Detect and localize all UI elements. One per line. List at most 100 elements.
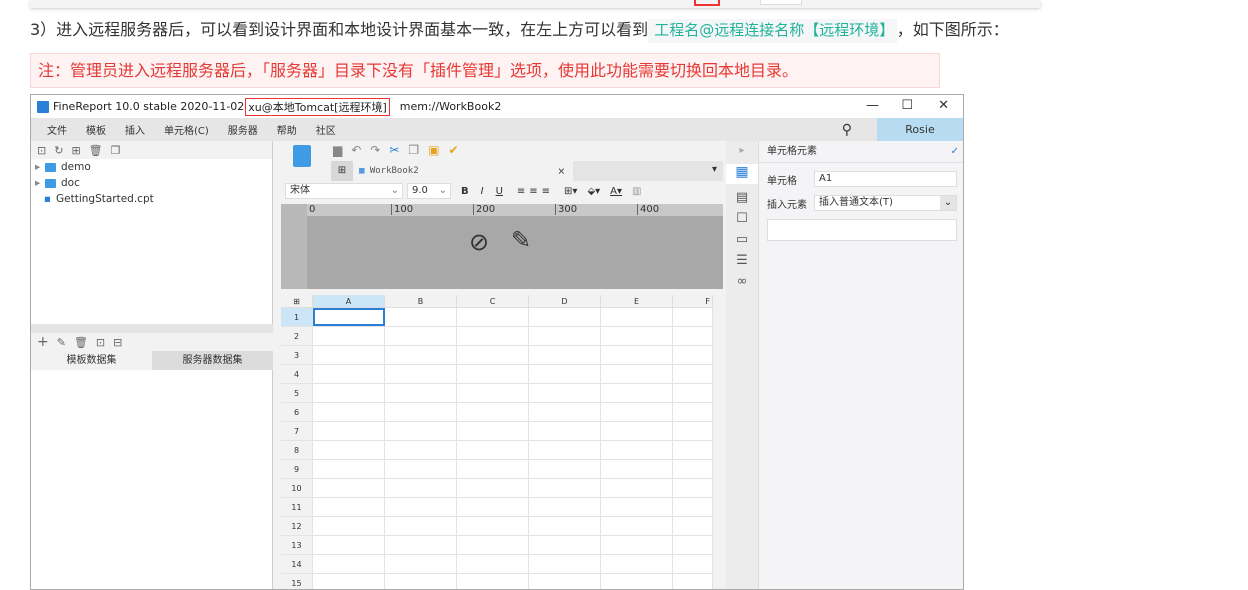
cell[interactable] xyxy=(529,498,601,516)
row-header[interactable]: 13 xyxy=(281,536,313,554)
menu-file[interactable]: 文件 xyxy=(47,122,67,137)
row-header[interactable]: 1 xyxy=(281,308,313,326)
row-header[interactable]: 9 xyxy=(281,460,313,478)
locate-icon[interactable]: ⊞ xyxy=(71,144,80,157)
cell[interactable] xyxy=(601,536,673,554)
cell[interactable] xyxy=(457,555,529,573)
cell[interactable] xyxy=(313,536,385,554)
cell-element-icon[interactable]: ▦ xyxy=(726,164,758,184)
cell[interactable] xyxy=(457,403,529,421)
delete-dataset-icon[interactable]: 🗑 xyxy=(74,336,88,349)
undo-icon[interactable]: ↶ xyxy=(351,143,361,157)
edit-icon[interactable]: ✎ xyxy=(57,336,66,349)
widget-icon[interactable]: ☐ xyxy=(726,211,758,226)
cell[interactable] xyxy=(601,403,673,421)
cell[interactable] xyxy=(601,479,673,497)
cell[interactable] xyxy=(673,574,713,589)
user-button[interactable]: Rosie xyxy=(877,118,963,141)
tab-template-dataset[interactable]: 模板数据集 xyxy=(31,351,152,370)
delete-icon[interactable]: 🗑 xyxy=(89,144,103,157)
cell[interactable] xyxy=(385,555,457,573)
cell[interactable] xyxy=(601,498,673,516)
font-size-select[interactable]: 9.0 ⌄ xyxy=(407,183,451,199)
cell[interactable] xyxy=(529,574,601,589)
cell[interactable] xyxy=(313,517,385,535)
column-header[interactable]: B xyxy=(385,295,457,307)
cell[interactable] xyxy=(673,308,713,326)
insert-select[interactable]: 插入普通文本(T) ⌄ xyxy=(814,195,957,211)
cell[interactable] xyxy=(457,441,529,459)
row-header[interactable]: 15 xyxy=(281,574,313,589)
tab-workbook2[interactable]: ▦ WorkBook2 × xyxy=(353,161,573,181)
refresh-icon[interactable]: ↻ xyxy=(54,144,63,157)
row-header[interactable]: 12 xyxy=(281,517,313,535)
tree-item-demo[interactable]: ▸ demo xyxy=(31,159,272,175)
cell[interactable] xyxy=(385,441,457,459)
row-header[interactable]: 7 xyxy=(281,422,313,440)
column-header[interactable]: A xyxy=(313,295,385,307)
cell[interactable] xyxy=(601,441,673,459)
cell[interactable] xyxy=(601,517,673,535)
merge-icon[interactable]: ▥ xyxy=(632,186,641,197)
row-header[interactable]: 2 xyxy=(281,327,313,345)
cell[interactable] xyxy=(313,574,385,589)
row-header[interactable]: 14 xyxy=(281,555,313,573)
cell[interactable] xyxy=(313,327,385,345)
cell[interactable] xyxy=(385,422,457,440)
cell[interactable] xyxy=(313,479,385,497)
cell[interactable] xyxy=(529,479,601,497)
cell[interactable] xyxy=(385,365,457,383)
cell[interactable] xyxy=(385,498,457,516)
maximize-button[interactable]: ☐ xyxy=(901,98,913,113)
border-icon[interactable]: ⊞▾ xyxy=(564,186,577,197)
cell[interactable] xyxy=(529,441,601,459)
row-header[interactable]: 4 xyxy=(281,365,313,383)
cell[interactable] xyxy=(313,422,385,440)
column-header[interactable]: E xyxy=(601,295,673,307)
cell[interactable] xyxy=(601,365,673,383)
new-folder-icon[interactable]: ⊡ xyxy=(37,144,46,157)
font-color-icon[interactable]: A▾ xyxy=(610,186,622,197)
cell[interactable] xyxy=(601,346,673,364)
close-button[interactable]: ✕ xyxy=(938,98,949,113)
cell[interactable] xyxy=(529,403,601,421)
column-header[interactable]: D xyxy=(529,295,601,307)
cell[interactable] xyxy=(313,308,385,326)
cell[interactable] xyxy=(385,308,457,326)
cell[interactable] xyxy=(673,327,713,345)
collapse-icon[interactable]: ❐ xyxy=(111,144,121,157)
cell[interactable] xyxy=(313,403,385,421)
column-header[interactable]: F xyxy=(673,295,713,307)
cell[interactable] xyxy=(457,422,529,440)
save-icon[interactable]: ▆ xyxy=(333,143,342,157)
cell[interactable] xyxy=(457,327,529,345)
cell[interactable] xyxy=(529,365,601,383)
cell[interactable] xyxy=(673,555,713,573)
condition-icon[interactable]: ▭ xyxy=(726,232,758,247)
cell[interactable] xyxy=(385,517,457,535)
edit-check-icon[interactable]: ✓ xyxy=(951,141,959,163)
menu-help[interactable]: 帮助 xyxy=(277,122,297,137)
row-header[interactable]: 8 xyxy=(281,441,313,459)
cell[interactable] xyxy=(673,365,713,383)
template-icon[interactable] xyxy=(293,145,311,167)
tree-item-gettingstarted[interactable]: ▪ GettingStarted.cpt xyxy=(31,191,272,207)
expand-icon[interactable]: ▸ xyxy=(726,145,758,156)
cell[interactable] xyxy=(457,479,529,497)
format-painter-icon[interactable]: ✔ xyxy=(449,143,459,157)
redo-icon[interactable]: ↷ xyxy=(370,143,380,157)
splitter[interactable] xyxy=(31,324,273,333)
cell[interactable] xyxy=(313,498,385,516)
cell[interactable] xyxy=(673,479,713,497)
menu-insert[interactable]: 插入 xyxy=(125,122,145,137)
row-header[interactable]: 11 xyxy=(281,498,313,516)
cell[interactable] xyxy=(457,308,529,326)
cell[interactable] xyxy=(673,517,713,535)
row-header[interactable]: 6 xyxy=(281,403,313,421)
cell[interactable] xyxy=(529,460,601,478)
cell[interactable] xyxy=(529,327,601,345)
column-header[interactable]: C xyxy=(457,295,529,307)
menu-community[interactable]: 社区 xyxy=(316,122,336,137)
cell[interactable] xyxy=(601,460,673,478)
tab-close-button[interactable]: × xyxy=(558,161,565,181)
